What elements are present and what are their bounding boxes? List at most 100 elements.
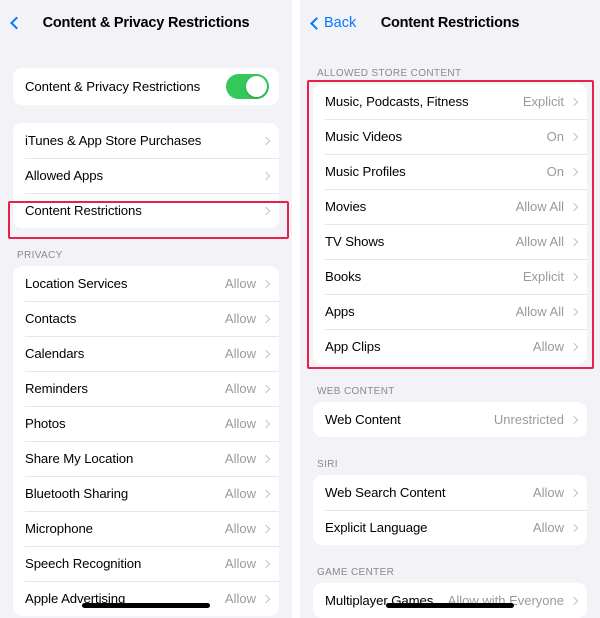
row-label: iTunes & App Store Purchases	[25, 133, 202, 148]
list-item-music-profiles[interactable]: Music Profiles On	[313, 154, 587, 189]
row-label: Allowed Apps	[25, 168, 103, 183]
list-item-music-videos[interactable]: Music Videos On	[313, 119, 587, 154]
page-title-right: Content Restrictions	[380, 15, 520, 31]
row-accessory: Allow	[225, 381, 271, 396]
list-item-app-clips[interactable]: App Clips Allow	[313, 329, 587, 364]
list-item-music-podcasts-fitness[interactable]: Music, Podcasts, Fitness Explicit	[313, 84, 587, 119]
row-label: Microphone	[25, 521, 93, 536]
row-label: Explicit Language	[325, 520, 428, 535]
chevron-right-icon	[261, 136, 271, 145]
chevron-right-icon	[569, 523, 579, 532]
page-title-left: Content & Privacy Restrictions	[42, 15, 250, 31]
row-accessory: Allow	[225, 311, 271, 326]
row-label: Web Content	[325, 412, 401, 427]
sidebar-item-speech-recognition[interactable]: Speech Recognition Allow	[13, 546, 279, 581]
row-value: Unrestricted	[493, 412, 564, 427]
siri-card: Web Search Content Allow Explicit Langua…	[313, 475, 587, 545]
right-screen-content-restrictions: Back Content Restrictions ALLOWED STORE …	[300, 0, 600, 618]
row-value: Allow	[224, 416, 256, 431]
chevron-right-icon	[261, 279, 271, 288]
section-header-siri: SIRI	[317, 459, 338, 470]
list-item-movies[interactable]: Movies Allow All	[313, 189, 587, 224]
chevron-right-icon	[569, 202, 579, 211]
sidebar-item-photos[interactable]: Photos Allow	[13, 406, 279, 441]
row-value: Allow	[224, 451, 256, 466]
row-accessory: On	[547, 129, 579, 144]
chevron-right-icon	[261, 419, 271, 428]
row-label: Apps	[325, 304, 355, 319]
sidebar-item-calendars[interactable]: Calendars Allow	[13, 336, 279, 371]
chevron-right-icon	[261, 171, 271, 180]
list-item-books[interactable]: Books Explicit	[313, 259, 587, 294]
row-accessory: Allow	[225, 556, 271, 571]
row-accessory: Allow	[224, 276, 271, 291]
row-value: Allow All	[515, 234, 564, 249]
sidebar-item-location-services[interactable]: Location Services Allow	[13, 266, 279, 301]
row-accessory: Allow	[532, 520, 579, 535]
web-content-card: Web Content Unrestricted	[313, 402, 587, 437]
sidebar-item-content-restrictions[interactable]: Content Restrictions	[13, 193, 279, 228]
section-header-game-center: GAME CENTER	[317, 567, 395, 578]
row-accessory: Allow	[224, 416, 271, 431]
right-navigation-bar: Back Content Restrictions	[300, 0, 600, 46]
row-value: Explicit	[522, 94, 564, 109]
row-label: Calendars	[25, 346, 85, 361]
sidebar-item-apple-advertising[interactable]: Apple Advertising Allow	[13, 581, 279, 616]
list-item-tv-shows[interactable]: TV Shows Allow All	[313, 224, 587, 259]
sidebar-item-allowed-apps[interactable]: Allowed Apps	[13, 158, 279, 193]
sidebar-item-itunes-app-store-purchases[interactable]: iTunes & App Store Purchases	[13, 123, 279, 158]
row-accessory: Explicit	[523, 269, 579, 284]
chevron-right-icon	[569, 97, 579, 106]
sidebar-item-reminders[interactable]: Reminders Allow	[13, 371, 279, 406]
row-value: Allow	[224, 591, 256, 606]
row-accessory: Explicit	[522, 94, 579, 109]
chevron-right-icon	[261, 559, 271, 568]
row-value: Allow All	[515, 199, 564, 214]
sidebar-item-share-my-location[interactable]: Share My Location Allow	[13, 441, 279, 476]
game-center-card: Multiplayer Games Allow with Everyone	[313, 583, 587, 618]
row-accessory: Allow	[225, 521, 271, 536]
section-header-web-content: WEB CONTENT	[317, 386, 395, 397]
sidebar-item-microphone[interactable]: Microphone Allow	[13, 511, 279, 546]
row-value: On	[546, 164, 564, 179]
row-label: App Clips	[325, 339, 381, 354]
row-value: Allow All	[515, 304, 564, 319]
back-button-label: Back	[324, 15, 357, 31]
list-item-apps[interactable]: Apps Allow All	[313, 294, 587, 329]
section-header-allowed-store-content: ALLOWED STORE CONTENT	[317, 68, 462, 79]
home-indicator-left	[82, 603, 210, 608]
row-label: Photos	[25, 416, 66, 431]
row-label: Contacts	[25, 311, 77, 326]
sidebar-item-bluetooth-sharing[interactable]: Bluetooth Sharing Allow	[13, 476, 279, 511]
content-privacy-restrictions-toggle[interactable]	[226, 74, 269, 99]
row-accessory: Allow	[533, 339, 579, 354]
chevron-right-icon	[569, 272, 579, 281]
row-value: Allow	[224, 276, 256, 291]
back-button-left[interactable]	[10, 16, 23, 30]
row-label: Books	[325, 269, 362, 284]
back-button-right[interactable]: Back	[310, 15, 356, 31]
row-label: Bluetooth Sharing	[25, 486, 129, 501]
row-label: Music Profiles	[325, 164, 406, 179]
list-item-multiplayer-games[interactable]: Multiplayer Games Allow with Everyone	[313, 583, 587, 618]
row-accessory: Allow All	[515, 199, 579, 214]
list-item-explicit-language[interactable]: Explicit Language Allow	[313, 510, 587, 545]
row-accessory: Allow	[225, 486, 271, 501]
row-accessory	[261, 206, 271, 215]
chevron-right-icon	[569, 237, 579, 246]
list-item-web-content[interactable]: Web Content Unrestricted	[313, 402, 587, 437]
row-value: Allow	[224, 346, 256, 361]
row-accessory: On	[546, 164, 579, 179]
row-content-privacy-restrictions-toggle[interactable]: Content & Privacy Restrictions	[13, 68, 279, 105]
chevron-right-icon	[261, 454, 271, 463]
chevron-right-icon	[569, 415, 579, 424]
row-value: Allow	[532, 485, 564, 500]
row-accessory: Allow	[532, 485, 579, 500]
left-navigation-bar: Content & Privacy Restrictions	[0, 0, 292, 46]
chevron-right-icon	[569, 167, 579, 176]
row-value: Allow	[532, 520, 564, 535]
chevron-left-icon	[10, 16, 23, 30]
list-item-web-search-content[interactable]: Web Search Content Allow	[313, 475, 587, 510]
sidebar-item-contacts[interactable]: Contacts Allow	[13, 301, 279, 336]
row-label: Content Restrictions	[25, 203, 142, 218]
